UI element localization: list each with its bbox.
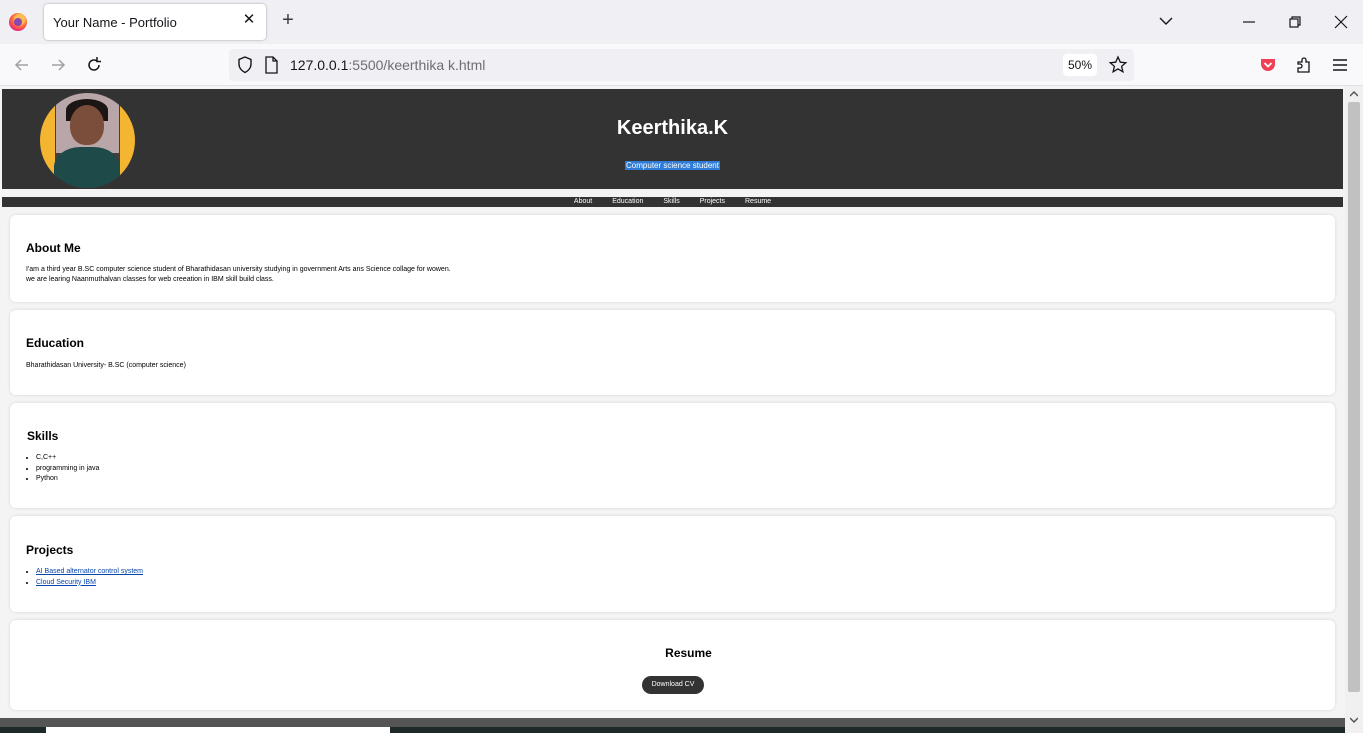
- restore-icon[interactable]: [1283, 10, 1307, 34]
- site-subtitle: Computer science student: [625, 161, 720, 170]
- education-text: Bharathidasan University- B.SC (computer…: [26, 362, 186, 369]
- nav-link-education[interactable]: Education: [612, 197, 643, 207]
- nav-link-resume[interactable]: Resume: [745, 197, 771, 207]
- skill-item: Python: [36, 474, 99, 485]
- education-heading: Education: [26, 336, 85, 350]
- site-header: Keerthika.K Computer science student: [2, 89, 1343, 189]
- projects-section: Projects AI Based alternator control sys…: [10, 516, 1335, 612]
- project-item: Cloud Security IBM: [36, 578, 143, 589]
- resume-heading: Resume: [665, 646, 712, 660]
- shield-icon[interactable]: [235, 55, 255, 75]
- scroll-up-icon[interactable]: [1350, 90, 1358, 98]
- scroll-down-icon[interactable]: [1350, 716, 1358, 724]
- address-bar[interactable]: 127.0.0.1:5500/keerthika k.html 50%: [229, 49, 1134, 81]
- skill-item: programming in java: [36, 464, 99, 475]
- skills-list: C,C++ programming in java Python: [36, 453, 99, 485]
- resume-section: Resume Download CV: [10, 620, 1335, 710]
- tab-list-chevron-icon[interactable]: [1157, 12, 1175, 30]
- profile-photo: [40, 93, 135, 188]
- site-subtitle-wrap: Computer science student: [2, 155, 1343, 173]
- page-icon[interactable]: [262, 55, 280, 75]
- taskbar-edge: [0, 727, 1345, 733]
- education-section: Education Bharathidasan University- B.SC…: [10, 310, 1335, 395]
- scroll-thumb[interactable]: [1348, 102, 1360, 692]
- skills-heading: Skills: [27, 429, 59, 443]
- site-name: Keerthika.K: [616, 117, 729, 139]
- nav-link-skills[interactable]: Skills: [663, 197, 679, 207]
- close-icon[interactable]: [1329, 10, 1353, 34]
- url-host: 127.0.0.1: [290, 57, 349, 73]
- back-arrow-icon[interactable]: [12, 55, 32, 75]
- page-viewport: Keerthika.K Computer science student Abo…: [0, 86, 1345, 733]
- skills-section: Skills C,C++ programming in java Python: [10, 403, 1335, 508]
- tab-title: Your Name - Portfolio: [53, 15, 177, 30]
- browser-tab[interactable]: Your Name - Portfolio ✕: [44, 4, 266, 40]
- bookmark-star-icon[interactable]: [1108, 55, 1128, 75]
- pocket-icon[interactable]: [1258, 55, 1278, 75]
- firefox-logo-icon: [9, 13, 27, 31]
- url-path: :5500/keerthika k.html: [348, 57, 486, 73]
- new-tab-button[interactable]: +: [278, 10, 298, 30]
- download-cv-button[interactable]: Download CV: [642, 676, 704, 694]
- page-scrollbar[interactable]: [1345, 86, 1363, 733]
- nav-link-projects[interactable]: Projects: [700, 197, 725, 207]
- minimize-icon[interactable]: [1237, 10, 1261, 34]
- tab-close-icon[interactable]: ✕: [240, 11, 258, 29]
- reload-icon[interactable]: [84, 55, 104, 75]
- project-item: AI Based alternator control system: [36, 567, 143, 578]
- menu-icon[interactable]: [1330, 55, 1350, 75]
- browser-toolbar: 127.0.0.1:5500/keerthika k.html 50%: [0, 44, 1363, 86]
- skill-item: C,C++: [36, 453, 99, 464]
- browser-tab-bar: Your Name - Portfolio ✕ +: [0, 0, 1363, 44]
- url-text[interactable]: 127.0.0.1:5500/keerthika k.html: [290, 57, 485, 73]
- site-nav: About Education Skills Projects Resume: [2, 197, 1343, 207]
- taskbar-item: [46, 727, 390, 733]
- zoom-level-badge[interactable]: 50%: [1063, 54, 1097, 76]
- about-heading: About Me: [26, 241, 81, 255]
- project-link[interactable]: Cloud Security IBM: [36, 579, 96, 586]
- projects-list: AI Based alternator control system Cloud…: [36, 567, 143, 588]
- extensions-icon[interactable]: [1294, 55, 1314, 75]
- projects-heading: Projects: [26, 543, 74, 557]
- about-section: About Me I'am a third year B.SC computer…: [10, 215, 1335, 302]
- forward-arrow-icon[interactable]: [48, 55, 68, 75]
- project-link[interactable]: AI Based alternator control system: [36, 568, 143, 575]
- nav-link-about[interactable]: About: [574, 197, 592, 207]
- about-text: I'am a third year B.SC computer science …: [26, 266, 451, 283]
